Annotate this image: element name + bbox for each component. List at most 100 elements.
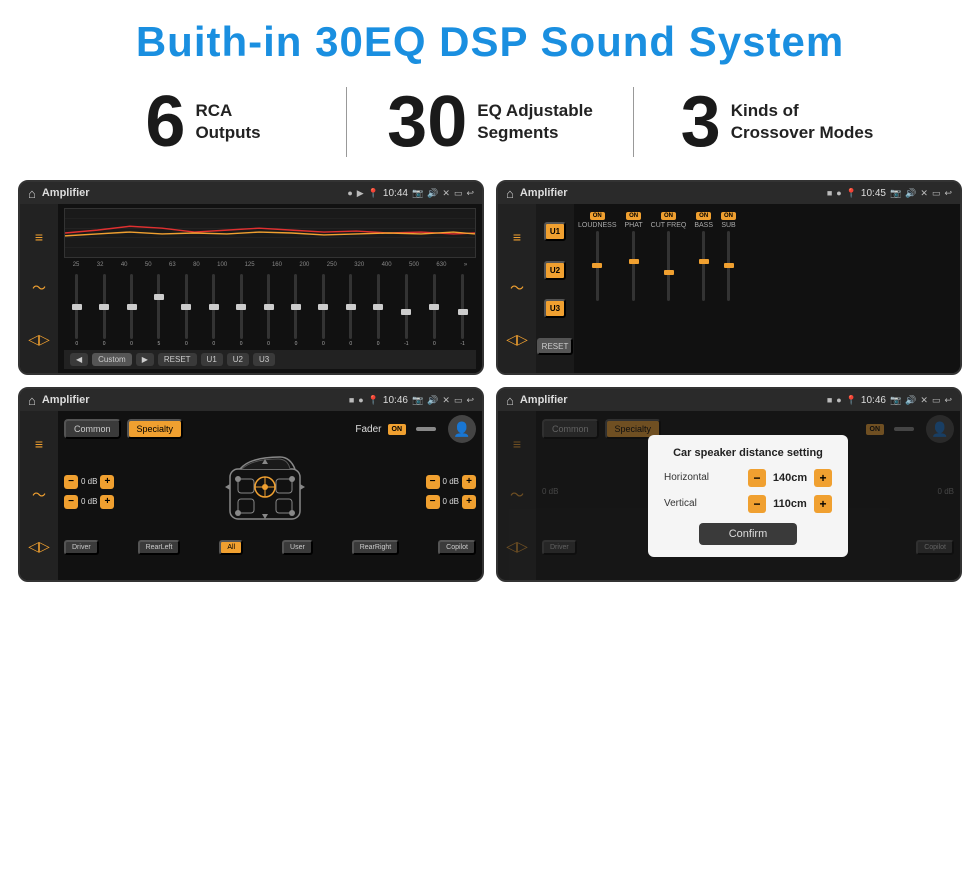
back-icon-1[interactable]: ↩ [466, 188, 474, 199]
amp-sidebar-icon-3[interactable]: ◁▷ [506, 331, 528, 348]
eq-custom-btn[interactable]: Custom [92, 353, 132, 366]
back-icon-4[interactable]: ↩ [944, 395, 952, 406]
eq-bottom-bar: ◀ Custom ▶ RESET U1 U2 U3 [64, 350, 476, 369]
rl-plus-btn[interactable]: + [100, 495, 114, 509]
eq-slider-6: 0 [240, 274, 243, 347]
eq-graph [64, 208, 476, 258]
eq-track-6[interactable] [240, 274, 243, 339]
home-icon-1[interactable]: ⌂ [28, 186, 36, 201]
cutfreq-track[interactable] [667, 231, 670, 301]
loudness-on-badge[interactable]: ON [590, 212, 605, 220]
status-time-1: 10:44 [383, 188, 408, 199]
rr-minus-btn[interactable]: − [426, 495, 440, 509]
sub-on-badge[interactable]: ON [721, 212, 736, 220]
cutfreq-on-badge[interactable]: ON [661, 212, 676, 220]
eq-play-btn[interactable]: ▶ [136, 353, 154, 366]
vertical-minus-btn[interactable]: − [748, 495, 766, 513]
rearright-btn[interactable]: RearRight [352, 540, 400, 555]
eq-track-4[interactable] [185, 274, 188, 339]
eq-track-1[interactable] [103, 274, 106, 339]
bass-track[interactable] [702, 231, 705, 301]
fr-minus-btn[interactable]: − [426, 475, 440, 489]
amp-sidebar-icon-1[interactable]: ≡ [513, 229, 521, 245]
horizontal-minus-btn[interactable]: − [748, 469, 766, 487]
horizontal-plus-btn[interactable]: + [814, 469, 832, 487]
stat-eq: 30 EQ AdjustableSegments [347, 86, 633, 158]
fl-minus-btn[interactable]: − [64, 475, 78, 489]
amp-u3-btn[interactable]: U3 [544, 299, 566, 318]
fader-sidebar-icon-1[interactable]: ≡ [35, 436, 43, 452]
eq-reset-btn[interactable]: RESET [158, 353, 197, 366]
home-icon-3[interactable]: ⌂ [28, 393, 36, 408]
eq-track-11[interactable] [377, 274, 380, 339]
rr-plus-btn[interactable]: + [462, 495, 476, 509]
bass-on-badge[interactable]: ON [696, 212, 711, 220]
eq-track-0[interactable] [75, 274, 78, 339]
eq-slider-7: 0 [267, 274, 270, 347]
eq-track-5[interactable] [212, 274, 215, 339]
eq-track-7[interactable] [267, 274, 270, 339]
driver-btn[interactable]: Driver [64, 540, 99, 555]
pin-icon-3: 📍 [368, 395, 379, 406]
rect-icon-3: ▭ [454, 395, 463, 406]
copilot-btn[interactable]: Copilot [438, 540, 476, 555]
eq-track-12[interactable] [405, 274, 408, 339]
user-btn[interactable]: User [282, 540, 313, 555]
fader-on-toggle[interactable]: ON [388, 424, 407, 435]
rect-icon-1: ▭ [454, 188, 463, 199]
eq-track-8[interactable] [294, 274, 297, 339]
amp-u2-btn[interactable]: U2 [544, 261, 566, 280]
eq-val-13: 0 [433, 341, 436, 347]
back-icon-2[interactable]: ↩ [944, 188, 952, 199]
status-title-2: Amplifier [520, 187, 821, 199]
eq-track-10[interactable] [349, 274, 352, 339]
amp-u1-btn[interactable]: U1 [544, 222, 566, 241]
rearleft-btn[interactable]: RearLeft [138, 540, 181, 555]
home-icon-2[interactable]: ⌂ [506, 186, 514, 201]
fader-sidebar-icon-3[interactable]: ◁▷ [28, 538, 50, 555]
phat-track[interactable] [632, 231, 635, 301]
eq-u3-btn[interactable]: U3 [253, 353, 275, 366]
vertical-plus-btn[interactable]: + [814, 495, 832, 513]
eq-val-2: 0 [130, 341, 133, 347]
eq-prev-btn[interactable]: ◀ [70, 353, 88, 366]
cam-icon-2: 📷 [890, 188, 901, 199]
eq-sidebar-icon-2[interactable]: 〜 [32, 278, 46, 298]
eq-track-3[interactable] [157, 274, 160, 339]
amp-sidebar-icon-2[interactable]: 〜 [510, 278, 524, 298]
phat-on-badge[interactable]: ON [626, 212, 641, 220]
confirm-button[interactable]: Confirm [699, 523, 798, 545]
status-bar-1: ⌂ Amplifier ● ▶ 📍 10:44 📷 🔊 ✕ ▭ ↩ [20, 182, 482, 204]
status-title-1: Amplifier [42, 187, 341, 199]
eq-track-2[interactable] [130, 274, 133, 339]
home-icon-4[interactable]: ⌂ [506, 393, 514, 408]
rl-minus-btn[interactable]: − [64, 495, 78, 509]
fl-plus-btn[interactable]: + [100, 475, 114, 489]
eq-track-14[interactable] [461, 274, 464, 339]
eq-val-10: 0 [349, 341, 352, 347]
eq-u2-btn[interactable]: U2 [227, 353, 249, 366]
fader-left-sidebar: ≡ 〜 ◁▷ [20, 411, 58, 580]
eq-sidebar-icon-3[interactable]: ◁▷ [28, 331, 50, 348]
back-icon-3[interactable]: ↩ [466, 395, 474, 406]
status-bar-2: ⌂ Amplifier ■ ● 📍 10:45 📷 🔊 ✕ ▭ ↩ [498, 182, 960, 204]
eq-val-8: 0 [295, 341, 298, 347]
fader-sidebar-icon-2[interactable]: 〜 [32, 485, 46, 505]
fader-slider-bar[interactable] [416, 427, 436, 431]
stat-label-crossover: Kinds ofCrossover Modes [731, 100, 874, 144]
eq-u1-btn[interactable]: U1 [201, 353, 223, 366]
bass-label: BASS [694, 222, 713, 229]
tab-common-btn[interactable]: Common [64, 419, 121, 439]
fr-plus-btn[interactable]: + [462, 475, 476, 489]
sub-track[interactable] [727, 231, 730, 301]
screens-grid: ⌂ Amplifier ● ▶ 📍 10:44 📷 🔊 ✕ ▭ ↩ ≡ 〜 ◁▷ [0, 172, 980, 592]
dot-icon-1: ● [347, 188, 352, 198]
loudness-track[interactable] [596, 231, 599, 301]
all-btn[interactable]: All [219, 540, 243, 555]
eq-sidebar-icon-1[interactable]: ≡ [35, 229, 43, 245]
tab-specialty-btn[interactable]: Specialty [127, 419, 184, 439]
eq-track-9[interactable] [322, 274, 325, 339]
eq-val-9: 0 [322, 341, 325, 347]
eq-track-13[interactable] [433, 274, 436, 339]
amp-reset-btn[interactable]: RESET [537, 338, 574, 355]
